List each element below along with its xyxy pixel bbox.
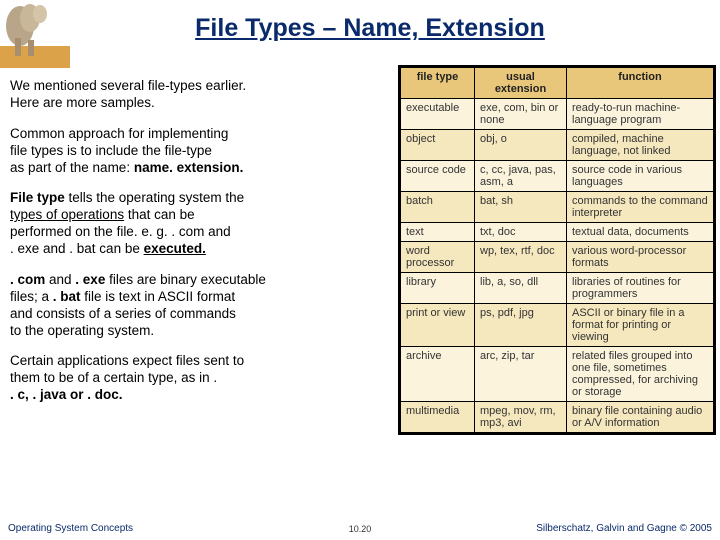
table-row: executableexe, com, bin or noneready-to-… bbox=[401, 99, 714, 130]
para-3: File type tells the operating system the… bbox=[10, 190, 396, 258]
table-cell: print or view bbox=[401, 304, 475, 347]
table-row: word processorwp, tex, rtf, docvarious w… bbox=[401, 242, 714, 273]
table-cell: source code bbox=[401, 161, 475, 192]
col-header: file type bbox=[401, 68, 475, 99]
table-cell: compiled, machine language, not linked bbox=[567, 130, 714, 161]
table-cell: exe, com, bin or none bbox=[475, 99, 567, 130]
table-cell: commands to the command interpreter bbox=[567, 192, 714, 223]
table-cell: text bbox=[401, 223, 475, 242]
para-4: . com and . exe files are binary executa… bbox=[10, 272, 396, 340]
footer-right: Silberschatz, Galvin and Gagne © 2005 bbox=[536, 523, 712, 534]
table-row: objectobj, ocompiled, machine language, … bbox=[401, 130, 714, 161]
table-cell: archive bbox=[401, 347, 475, 402]
table-cell: binary file containing audio or A/V info… bbox=[567, 402, 714, 433]
table-cell: multimedia bbox=[401, 402, 475, 433]
para-1: We mentioned several file-types earlier.… bbox=[10, 78, 396, 112]
table-cell: obj, o bbox=[475, 130, 567, 161]
table-row: batchbat, shcommands to the command inte… bbox=[401, 192, 714, 223]
col-header: function bbox=[567, 68, 714, 99]
table-row: multimediampeg, mov, rm, mp3, avibinary … bbox=[401, 402, 714, 433]
para-5: Certain applications expect files sent t… bbox=[10, 353, 396, 404]
table-cell: word processor bbox=[401, 242, 475, 273]
table-row: librarylib, a, so, dlllibraries of routi… bbox=[401, 273, 714, 304]
dinosaur-logo bbox=[0, 0, 70, 68]
table-cell: textual data, documents bbox=[567, 223, 714, 242]
para-2: Common approach for implementing file ty… bbox=[10, 126, 396, 177]
table-cell: arc, zip, tar bbox=[475, 347, 567, 402]
table-row: print or viewps, pdf, jpgASCII or binary… bbox=[401, 304, 714, 347]
table-cell: various word-processor formats bbox=[567, 242, 714, 273]
table-cell: wp, tex, rtf, doc bbox=[475, 242, 567, 273]
table-cell: bat, sh bbox=[475, 192, 567, 223]
table-cell: source code in various languages bbox=[567, 161, 714, 192]
page-title: File Types – Name, Extension bbox=[80, 14, 660, 43]
table-cell: lib, a, so, dll bbox=[475, 273, 567, 304]
table-cell: mpeg, mov, rm, mp3, avi bbox=[475, 402, 567, 433]
col-header: usual extension bbox=[475, 68, 567, 99]
table-cell: ready-to-run machine-language program bbox=[567, 99, 714, 130]
table-row: archivearc, zip, tarrelated files groupe… bbox=[401, 347, 714, 402]
table-cell: txt, doc bbox=[475, 223, 567, 242]
table-cell: c, cc, java, pas, asm, a bbox=[475, 161, 567, 192]
table-cell: object bbox=[401, 130, 475, 161]
table-cell: libraries of routines for programmers bbox=[567, 273, 714, 304]
table-cell: library bbox=[401, 273, 475, 304]
body-text: We mentioned several file-types earlier.… bbox=[10, 78, 396, 418]
table-cell: batch bbox=[401, 192, 475, 223]
table-cell: related files grouped into one file, som… bbox=[567, 347, 714, 402]
table-cell: ASCII or binary file in a format for pri… bbox=[567, 304, 714, 347]
table-header-row: file type usual extension function bbox=[401, 68, 714, 99]
table-row: texttxt, doctextual data, documents bbox=[401, 223, 714, 242]
file-types-table: file type usual extension function execu… bbox=[398, 65, 716, 435]
table-cell: executable bbox=[401, 99, 475, 130]
table-row: source codec, cc, java, pas, asm, asourc… bbox=[401, 161, 714, 192]
table-cell: ps, pdf, jpg bbox=[475, 304, 567, 347]
